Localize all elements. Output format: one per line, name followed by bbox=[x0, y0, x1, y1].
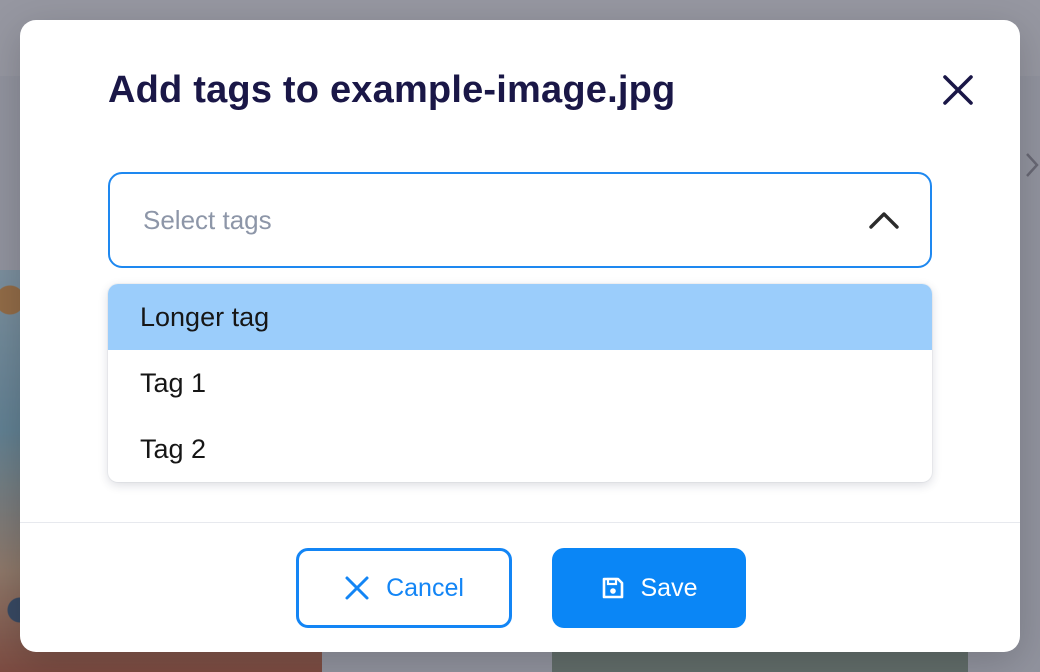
tags-dropdown-menu: Longer tag Tag 1 Tag 2 bbox=[108, 284, 932, 482]
tag-option[interactable]: Longer tag bbox=[108, 284, 932, 350]
cancel-button-label: Cancel bbox=[386, 573, 464, 602]
tag-option[interactable]: Tag 2 bbox=[108, 416, 932, 482]
cancel-button[interactable]: Cancel bbox=[296, 548, 512, 628]
footer-divider bbox=[20, 522, 1020, 523]
close-button[interactable] bbox=[934, 68, 982, 112]
tag-option[interactable]: Tag 1 bbox=[108, 350, 932, 416]
tags-select-placeholder: Select tags bbox=[143, 204, 272, 235]
save-button-label: Save bbox=[640, 573, 698, 602]
save-button[interactable]: Save bbox=[552, 548, 746, 628]
x-icon bbox=[344, 575, 370, 601]
dialog-title: Add tags to example-image.jpg bbox=[108, 69, 676, 111]
floppy-disk-icon bbox=[601, 576, 625, 600]
tags-select[interactable]: Select tags bbox=[108, 172, 932, 268]
add-tags-dialog: Add tags to example-image.jpg Select tag… bbox=[20, 20, 1020, 652]
close-icon bbox=[943, 75, 973, 105]
chevron-up-icon[interactable] bbox=[868, 209, 900, 231]
